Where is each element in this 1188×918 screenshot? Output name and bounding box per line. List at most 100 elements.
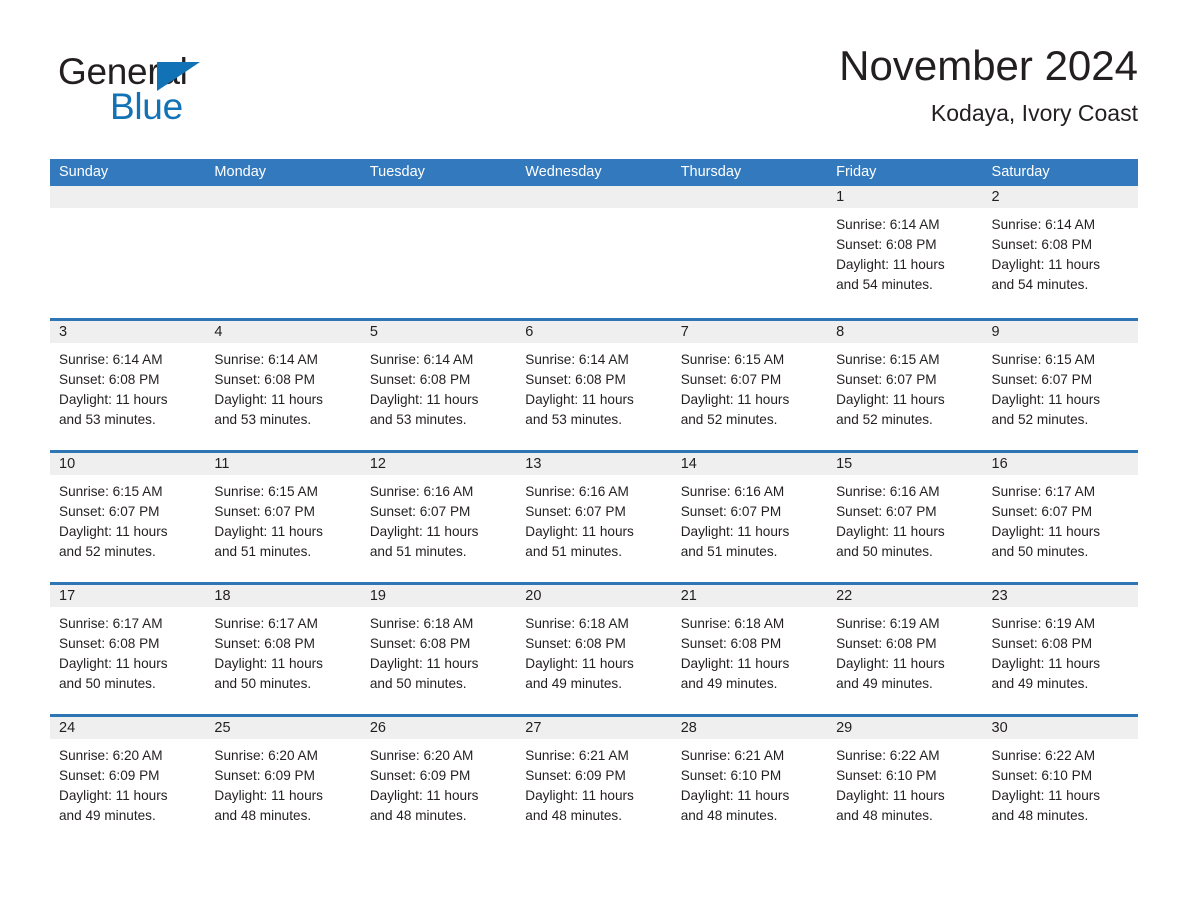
day-detail-line: Sunrise: 6:17 AM bbox=[991, 484, 1096, 499]
calendar-week-row: 24 Sunrise: 6:20 AM Sunset: 6:09 PM Dayligh… bbox=[50, 714, 1138, 846]
day-cell-24[interactable]: 24 Sunrise: 6:20 AM Sunset: 6:09 PM Dayligh… bbox=[50, 717, 206, 846]
day-detail-line: and 52 minutes. bbox=[680, 412, 778, 427]
day-number: 26 bbox=[369, 720, 386, 736]
day-detail-line: Sunrise: 6:19 AM bbox=[836, 616, 940, 631]
day-cell-6[interactable]: 6 Sunrise: 6:14 AM Sunset: 6:08 PM Daylight… bbox=[516, 321, 672, 450]
day-details: Sunrise: 6:19 AM Sunset: 6:08 PM Daylight:… bbox=[827, 607, 982, 694]
day-detail-line: Daylight: 11 hours bbox=[525, 788, 634, 803]
day-detail-line: and 51 minutes. bbox=[525, 544, 622, 559]
general-blue-logo[interactable]: General Blue bbox=[58, 52, 318, 138]
day-detail-line: Sunset: 6:10 PM bbox=[680, 768, 782, 783]
day-detail-line: Sunset: 6:08 PM bbox=[59, 636, 160, 651]
day-cell-12[interactable]: 12 Sunrise: 6:16 AM Sunset: 6:07 PM Dayligh… bbox=[360, 453, 517, 582]
day-detail-line: Sunset: 6:07 PM bbox=[991, 372, 1093, 387]
day-number: 15 bbox=[836, 456, 853, 472]
day-detail-line: and 51 minutes. bbox=[680, 544, 778, 559]
day-cell-21[interactable]: 21 Sunrise: 6:18 AM Sunset: 6:08 PM Dayligh… bbox=[671, 585, 828, 714]
day-detail-line: and 49 minutes. bbox=[680, 676, 778, 691]
day-cell-26[interactable]: 26 Sunrise: 6:20 AM Sunset: 6:09 PM Dayligh… bbox=[360, 717, 517, 846]
day-number: 23 bbox=[991, 588, 1008, 604]
day-details: Sunrise: 6:15 AM Sunset: 6:07 PM Daylight:… bbox=[672, 343, 827, 430]
day-cell-10[interactable]: 10 Sunrise: 6:15 AM Sunset: 6:07 PM Dayligh… bbox=[50, 453, 206, 582]
day-detail-line: Sunset: 6:08 PM bbox=[59, 372, 160, 387]
day-detail-line: Sunset: 6:07 PM bbox=[369, 504, 471, 519]
day-detail-line: Sunset: 6:08 PM bbox=[369, 372, 471, 387]
day-detail-line: Daylight: 11 hours bbox=[369, 788, 479, 803]
day-detail-line: Sunset: 6:08 PM bbox=[214, 372, 315, 387]
day-detail-line: Sunset: 6:07 PM bbox=[680, 504, 782, 519]
day-cell-18[interactable]: 18 Sunrise: 6:17 AM Sunset: 6:08 PM Dayligh… bbox=[205, 585, 361, 714]
day-number-band: 18 bbox=[205, 585, 361, 607]
day-cell-30[interactable]: 30 Sunrise: 6:22 AM Sunset: 6:10 PM Dayligh… bbox=[982, 717, 1138, 846]
day-cell-11[interactable]: 11 Sunrise: 6:15 AM Sunset: 6:07 PM Dayligh… bbox=[205, 453, 361, 582]
day-detail-line: Daylight: 11 hours bbox=[369, 656, 479, 671]
day-details: Sunrise: 6:20 AM Sunset: 6:09 PM Daylight:… bbox=[205, 739, 360, 826]
day-cell-25[interactable]: 25 Sunrise: 6:20 AM Sunset: 6:09 PM Dayligh… bbox=[205, 717, 361, 846]
day-number-band: 16 bbox=[982, 453, 1138, 475]
day-detail-line: Sunrise: 6:22 AM bbox=[991, 748, 1096, 763]
day-number: 29 bbox=[836, 720, 853, 736]
day-number-band bbox=[516, 186, 672, 208]
day-detail-line: and 48 minutes. bbox=[525, 808, 622, 823]
day-number-band: 27 bbox=[516, 717, 672, 739]
day-cell-15[interactable]: 15 Sunrise: 6:16 AM Sunset: 6:07 PM Dayligh… bbox=[827, 453, 983, 582]
day-cell-16[interactable]: 16 Sunrise: 6:17 AM Sunset: 6:07 PM Dayligh… bbox=[982, 453, 1138, 582]
day-detail-line: Sunset: 6:07 PM bbox=[836, 372, 937, 387]
day-number-band: 24 bbox=[50, 717, 206, 739]
day-cell-5[interactable]: 5 Sunrise: 6:14 AM Sunset: 6:08 PM Daylight… bbox=[360, 321, 517, 450]
day-number-band: 1 bbox=[827, 186, 983, 208]
day-detail-line: Daylight: 11 hours bbox=[680, 788, 790, 803]
day-detail-line: Daylight: 11 hours bbox=[525, 392, 634, 407]
day-cell-8[interactable]: 8 Sunrise: 6:15 AM Sunset: 6:07 PM Daylight… bbox=[827, 321, 983, 450]
day-details bbox=[50, 208, 205, 215]
day-detail-line: and 52 minutes. bbox=[991, 412, 1089, 427]
day-cell-3[interactable]: 3 Sunrise: 6:14 AM Sunset: 6:08 PM Daylight… bbox=[50, 321, 206, 450]
day-detail-line: Daylight: 11 hours bbox=[836, 257, 945, 272]
day-cell-13[interactable]: 13 Sunrise: 6:16 AM Sunset: 6:07 PM Dayligh… bbox=[516, 453, 672, 582]
day-cell-28[interactable]: 28 Sunrise: 6:21 AM Sunset: 6:10 PM Dayligh… bbox=[671, 717, 828, 846]
day-detail-line: Daylight: 11 hours bbox=[680, 392, 790, 407]
page-header: General Blue November 2024 Kodaya, Ivory… bbox=[50, 40, 1138, 150]
day-detail-line: Sunrise: 6:14 AM bbox=[836, 217, 940, 232]
day-cell-20[interactable]: 20 Sunrise: 6:18 AM Sunset: 6:08 PM Dayligh… bbox=[516, 585, 672, 714]
day-detail-line: Sunrise: 6:21 AM bbox=[525, 748, 629, 763]
day-details: Sunrise: 6:18 AM Sunset: 6:08 PM Daylight:… bbox=[361, 607, 516, 694]
day-detail-line: and 51 minutes. bbox=[369, 544, 467, 559]
day-detail-line: Sunset: 6:08 PM bbox=[836, 237, 937, 252]
day-cell-9[interactable]: 9 Sunrise: 6:15 AM Sunset: 6:07 PM Daylight… bbox=[982, 321, 1138, 450]
day-details: Sunrise: 6:14 AM Sunset: 6:08 PM Daylight:… bbox=[361, 343, 516, 430]
day-detail-line: Sunrise: 6:16 AM bbox=[525, 484, 629, 499]
day-details: Sunrise: 6:22 AM Sunset: 6:10 PM Daylight:… bbox=[983, 739, 1138, 826]
day-cell-4[interactable]: 4 Sunrise: 6:14 AM Sunset: 6:08 PM Daylight… bbox=[205, 321, 361, 450]
day-number-band: 21 bbox=[671, 585, 828, 607]
day-number: 25 bbox=[214, 720, 231, 736]
day-cell-2[interactable]: 2 Sunrise: 6:14 AM Sunset: 6:08 PM Daylight… bbox=[982, 186, 1138, 318]
day-number-band: 14 bbox=[671, 453, 828, 475]
day-number-band: 25 bbox=[205, 717, 361, 739]
day-cell-17[interactable]: 17 Sunrise: 6:17 AM Sunset: 6:08 PM Dayligh… bbox=[50, 585, 206, 714]
day-cell-19[interactable]: 19 Sunrise: 6:18 AM Sunset: 6:08 PM Dayligh… bbox=[360, 585, 517, 714]
day-number: 28 bbox=[680, 720, 697, 736]
day-cell-22[interactable]: 22 Sunrise: 6:19 AM Sunset: 6:08 PM Dayligh… bbox=[827, 585, 983, 714]
day-detail-line: Sunrise: 6:20 AM bbox=[369, 748, 474, 763]
day-details: Sunrise: 6:16 AM Sunset: 6:07 PM Daylight:… bbox=[516, 475, 671, 562]
day-cell-empty bbox=[516, 186, 672, 318]
day-number-band: 11 bbox=[205, 453, 361, 475]
day-details bbox=[205, 208, 360, 215]
day-number-band: 2 bbox=[982, 186, 1138, 208]
day-cell-1[interactable]: 1 Sunrise: 6:14 AM Sunset: 6:08 PM Daylight… bbox=[827, 186, 983, 318]
day-details: Sunrise: 6:17 AM Sunset: 6:08 PM Daylight:… bbox=[50, 607, 205, 694]
day-detail-line: and 49 minutes. bbox=[836, 676, 933, 691]
day-cell-23[interactable]: 23 Sunrise: 6:19 AM Sunset: 6:08 PM Dayligh… bbox=[982, 585, 1138, 714]
day-cell-29[interactable]: 29 Sunrise: 6:22 AM Sunset: 6:10 PM Dayligh… bbox=[827, 717, 983, 846]
day-detail-line: Daylight: 11 hours bbox=[369, 524, 479, 539]
day-details: Sunrise: 6:15 AM Sunset: 6:07 PM Daylight:… bbox=[827, 343, 982, 430]
day-cell-7[interactable]: 7 Sunrise: 6:15 AM Sunset: 6:07 PM Daylight… bbox=[671, 321, 828, 450]
day-number-band: 13 bbox=[516, 453, 672, 475]
day-detail-line: and 54 minutes. bbox=[836, 277, 933, 292]
day-detail-line: Sunrise: 6:20 AM bbox=[214, 748, 318, 763]
day-cell-14[interactable]: 14 Sunrise: 6:16 AM Sunset: 6:07 PM Dayligh… bbox=[671, 453, 828, 582]
day-cell-empty bbox=[671, 186, 828, 318]
day-cell-27[interactable]: 27 Sunrise: 6:21 AM Sunset: 6:09 PM Dayligh… bbox=[516, 717, 672, 846]
calendar-weeks: 1 Sunrise: 6:14 AM Sunset: 6:08 PM Daylight… bbox=[50, 186, 1138, 846]
